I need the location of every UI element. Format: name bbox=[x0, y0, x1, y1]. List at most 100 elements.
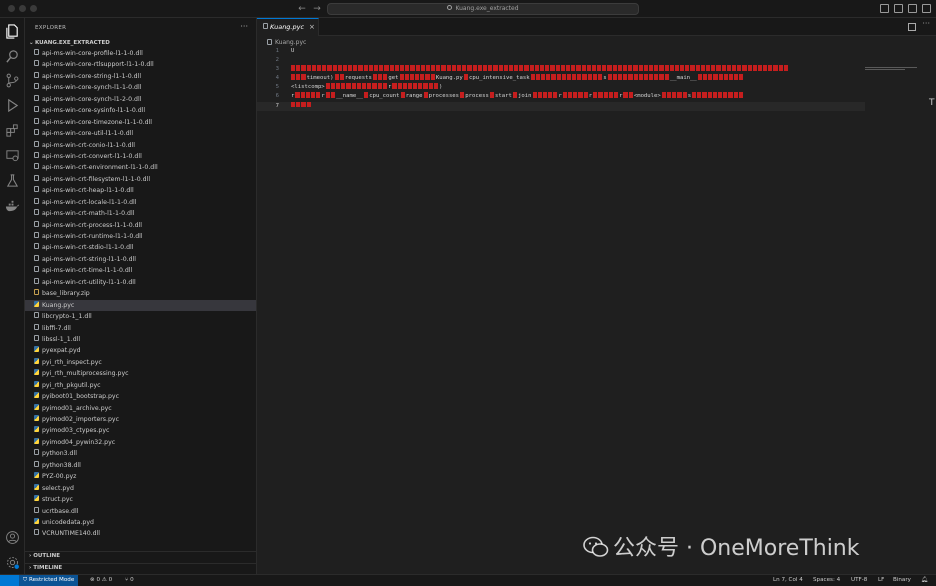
file-tree-item[interactable]: pyi_rth_pkgutil.pyc bbox=[25, 380, 256, 391]
file-tree-item[interactable]: api-ms-win-crt-conio-l1-1-0.dll bbox=[25, 140, 256, 151]
file-tree-item[interactable]: Kuang.pyc bbox=[25, 299, 256, 312]
code-line[interactable]: 7 bbox=[257, 101, 865, 111]
outline-section-header[interactable]: › OUTLINE bbox=[29, 553, 60, 559]
control-char-marker bbox=[654, 74, 659, 80]
file-tree-item[interactable]: api-ms-win-crt-stdio-l1-1-0.dll bbox=[25, 242, 256, 253]
restricted-mode-badge[interactable]: ⛉ Restricted Mode bbox=[19, 575, 79, 586]
accounts-icon[interactable] bbox=[5, 530, 20, 545]
more-actions-icon[interactable]: ··· bbox=[922, 19, 930, 28]
file-tree-item[interactable]: api-ms-win-core-profile-l1-1-0.dll bbox=[25, 48, 256, 59]
file-tree-item[interactable]: pyimod02_importers.pyc bbox=[25, 414, 256, 425]
file-tree-item[interactable]: ucrtbase.dll bbox=[25, 506, 256, 517]
file-tree-item[interactable]: api-ms-win-crt-environment-l1-1-0.dll bbox=[25, 162, 256, 173]
file-tree-item[interactable]: pyexpat.pyd bbox=[25, 345, 256, 356]
window-zoom-button[interactable] bbox=[30, 5, 37, 12]
eol-setting[interactable]: LF bbox=[878, 575, 884, 586]
forward-arrow-icon[interactable]: → bbox=[311, 3, 323, 15]
code-line[interactable]: 3 bbox=[257, 65, 865, 74]
docker-whale-icon[interactable] bbox=[5, 198, 20, 213]
indentation-setting[interactable]: Spaces: 4 bbox=[813, 575, 840, 586]
file-tree-item[interactable]: pyi_rth_multiprocessing.pyc bbox=[25, 368, 256, 379]
toggle-panel-icon[interactable] bbox=[894, 4, 903, 13]
tab-kuang-pyc[interactable]: Kuang.pyc × bbox=[257, 18, 319, 36]
problems-indicator[interactable]: ⊗ 0 ⚠ 0 bbox=[90, 575, 112, 586]
control-char-marker bbox=[530, 74, 535, 80]
file-tree-item[interactable]: struct.pyc bbox=[25, 494, 256, 505]
file-tree-item[interactable]: python38.dll bbox=[25, 460, 256, 471]
file-tree-item[interactable]: api-ms-win-crt-string-l1-1-0.dll bbox=[25, 254, 256, 265]
back-arrow-icon[interactable]: ← bbox=[296, 3, 308, 15]
code-line[interactable]: 6 r r __name__ cpu_count range processes proces… bbox=[257, 92, 865, 101]
file-tree-item[interactable]: api-ms-win-crt-convert-l1-1-0.dll bbox=[25, 151, 256, 162]
file-tree-item[interactable]: api-ms-win-core-util-l1-1-0.dll bbox=[25, 128, 256, 139]
manage-gear-icon[interactable] bbox=[5, 555, 20, 570]
file-tree-item[interactable]: api-ms-win-crt-math-l1-1-0.dll bbox=[25, 208, 256, 219]
search-icon[interactable] bbox=[5, 49, 20, 64]
file-tree-item[interactable]: api-ms-win-crt-locale-l1-1-0.dll bbox=[25, 197, 256, 208]
file-tree-item[interactable]: api-ms-win-core-rtlsupport-l1-1-0.dll bbox=[25, 59, 256, 70]
control-char-marker bbox=[493, 65, 498, 71]
explorer-icon[interactable] bbox=[5, 24, 20, 39]
file-tree-item[interactable]: select.pyd bbox=[25, 483, 256, 494]
extensions-icon[interactable] bbox=[5, 123, 20, 138]
remote-indicator-button[interactable] bbox=[0, 575, 19, 586]
file-tree-item[interactable]: PYZ-00.pyz bbox=[25, 471, 256, 482]
file-tree-item[interactable]: api-ms-win-core-sysinfo-l1-1-0.dll bbox=[25, 105, 256, 116]
cursor-position[interactable]: Ln 7, Col 4 bbox=[773, 575, 803, 586]
file-tree-item[interactable]: pyimod03_ctypes.pyc bbox=[25, 425, 256, 436]
toggle-sidebar-icon[interactable] bbox=[880, 4, 889, 13]
file-tree-item[interactable]: unicodedata.pyd bbox=[25, 517, 256, 528]
breadcrumb[interactable]: Kuang.pyc bbox=[267, 38, 306, 46]
timeline-section-header[interactable]: › TIMELINE bbox=[29, 565, 62, 571]
explorer-more-actions-icon[interactable]: ··· bbox=[240, 22, 248, 31]
file-tree-item[interactable]: api-ms-win-core-synch-l1-2-0.dll bbox=[25, 94, 256, 105]
file-tree-item[interactable]: pyimod01_archive.pyc bbox=[25, 403, 256, 414]
file-tree-item[interactable]: api-ms-win-crt-time-l1-1-0.dll bbox=[25, 265, 256, 276]
file-tree-item[interactable]: api-ms-win-crt-process-l1-1-0.dll bbox=[25, 220, 256, 231]
minimap[interactable] bbox=[865, 47, 925, 77]
run-debug-icon[interactable] bbox=[5, 98, 20, 113]
split-editor-icon[interactable] bbox=[908, 23, 916, 31]
control-char-marker bbox=[332, 65, 337, 71]
file-tree-item[interactable]: python3.dll bbox=[25, 448, 256, 459]
file-tree-item[interactable]: pyiboot01_bootstrap.pyc bbox=[25, 391, 256, 402]
file-tree-item[interactable]: api-ms-win-crt-filesystem-l1-1-0.dll bbox=[25, 174, 256, 185]
code-line[interactable]: 4 timeout) requests get Kuang.py cpu_intensiv… bbox=[257, 74, 865, 83]
testing-flask-icon[interactable] bbox=[5, 173, 20, 188]
file-tree-item[interactable]: libffi-7.dll bbox=[25, 323, 256, 334]
file-tree-item[interactable]: api-ms-win-crt-heap-l1-1-0.dll bbox=[25, 185, 256, 196]
customize-layout-icon[interactable] bbox=[922, 4, 931, 13]
ports-indicator[interactable]: ⑂ 0 bbox=[125, 575, 134, 586]
folder-header[interactable]: ⌄KUANG.EXE_EXTRACTED bbox=[29, 38, 253, 48]
file-tree-item[interactable]: libssl-1_1.dll bbox=[25, 334, 256, 345]
file-tree-item[interactable]: api-ms-win-crt-utility-l1-1-0.dll bbox=[25, 277, 256, 288]
toggle-secondary-sidebar-icon[interactable] bbox=[908, 4, 917, 13]
encoding-setting[interactable]: UTF-8 bbox=[851, 575, 867, 586]
file-icon bbox=[34, 232, 39, 238]
file-tree-item[interactable]: VCRUNTIME140.dll bbox=[25, 528, 256, 539]
language-mode[interactable]: Binary bbox=[893, 575, 911, 586]
source-control-icon[interactable] bbox=[5, 73, 20, 88]
notifications-bell-icon[interactable]: 🔔︎ bbox=[921, 575, 928, 586]
file-tree-item[interactable]: api-ms-win-crt-runtime-l1-1-0.dll bbox=[25, 231, 256, 242]
close-icon[interactable]: × bbox=[309, 19, 315, 35]
control-char-marker bbox=[295, 92, 300, 99]
file-tree-item[interactable]: base_library.zip bbox=[25, 288, 256, 299]
code-view[interactable]: 1 U 2 3 4 timeout) requests get Kuang.py cpu_inte… bbox=[257, 47, 865, 111]
code-line[interactable]: 2 bbox=[257, 56, 865, 65]
file-tree-item[interactable]: api-ms-win-core-timezone-l1-1-0.dll bbox=[25, 117, 256, 128]
file-tree-item[interactable]: api-ms-win-core-string-l1-1-0.dll bbox=[25, 71, 256, 82]
control-char-marker bbox=[545, 65, 550, 71]
code-line[interactable]: 5 <listcomp> r) bbox=[257, 83, 865, 92]
file-tree-item[interactable]: libcrypto-1_1.dll bbox=[25, 311, 256, 322]
control-char-marker bbox=[690, 65, 695, 71]
code-line[interactable]: 1U bbox=[257, 47, 865, 56]
remote-explorer-icon[interactable] bbox=[5, 148, 20, 163]
command-center-search[interactable]: Kuang.exe_extracted bbox=[327, 3, 639, 15]
file-tree-item[interactable]: api-ms-win-core-synch-l1-1-0.dll bbox=[25, 82, 256, 93]
window-close-button[interactable] bbox=[8, 5, 15, 12]
control-char-marker bbox=[301, 65, 306, 71]
file-tree-item[interactable]: pyimod04_pywin32.pyc bbox=[25, 437, 256, 448]
window-minimize-button[interactable] bbox=[19, 5, 26, 12]
file-tree-item[interactable]: pyi_rth_inspect.pyc bbox=[25, 357, 256, 368]
